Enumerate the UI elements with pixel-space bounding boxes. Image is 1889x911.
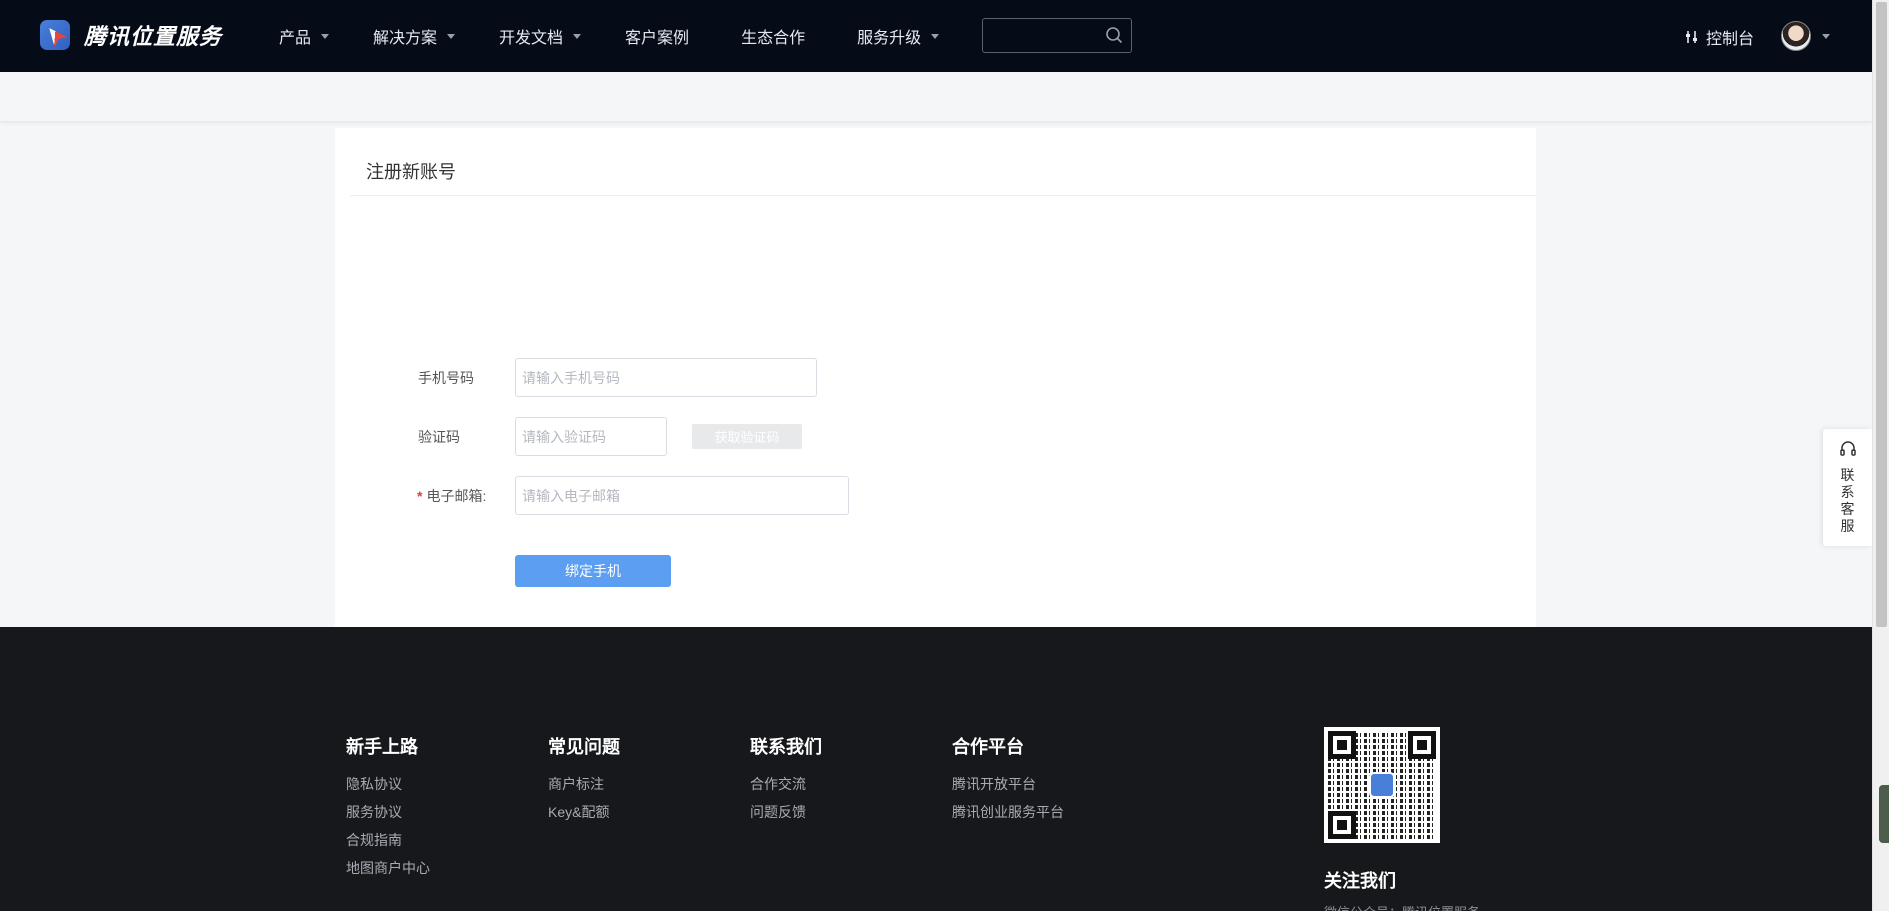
top-navbar: 腾讯位置服务 产品 解决方案 开发文档 客户案例 生态合作 服务升级 控制台	[0, 0, 1872, 72]
caret-down-icon	[931, 33, 940, 39]
phone-input[interactable]	[515, 358, 817, 397]
search-box	[982, 18, 1132, 53]
footer-link[interactable]: 服务协议	[346, 798, 430, 826]
main-nav: 产品 解决方案 开发文档 客户案例 生态合作 服务升级	[279, 0, 983, 72]
register-card: 注册新账号 手机号码 验证码 获取验证码 *电子邮箱: 绑定手机	[335, 128, 1536, 628]
footer-column-partners: 合作平台 腾讯开放平台 腾讯创业服务平台	[952, 733, 1064, 826]
email-input[interactable]	[515, 476, 849, 515]
nav-item-products[interactable]: 产品	[279, 24, 330, 48]
user-avatar[interactable]	[1781, 21, 1811, 51]
search-input[interactable]	[983, 19, 1093, 52]
compass-logo-icon	[40, 20, 70, 50]
brand-name: 腾讯位置服务	[84, 24, 223, 49]
nav-label: 产品	[279, 30, 312, 47]
headset-icon	[1839, 441, 1856, 456]
nav-label: 解决方案	[373, 30, 438, 47]
footer-link[interactable]: Key&配额	[548, 798, 620, 826]
footer-link[interactable]: 地图商户中心	[346, 854, 430, 882]
footer-column-faq: 常见问题 商户标注 Key&配额	[548, 733, 620, 826]
compass-logo-icon	[1369, 772, 1395, 798]
side-widget-handle[interactable]	[1879, 785, 1889, 843]
wechat-qr-code	[1324, 727, 1440, 843]
chevron-down-icon[interactable]	[1822, 34, 1830, 39]
footer: 新手上路 隐私协议 服务协议 合规指南 地图商户中心 常见问题 商户标注 Key…	[0, 627, 1872, 911]
scrollbar-thumb[interactable]	[1876, 2, 1887, 627]
nav-item-docs[interactable]: 开发文档	[499, 24, 582, 48]
page-title: 注册新账号	[366, 162, 456, 182]
footer-column-title: 联系我们	[750, 737, 822, 757]
phone-label: 手机号码	[418, 370, 474, 386]
qr-finder	[1328, 811, 1356, 839]
nav-label: 客户案例	[625, 30, 690, 47]
caret-down-icon	[447, 33, 456, 39]
email-label-row: * 电子邮箱:	[417, 486, 486, 506]
console-link[interactable]: 控制台	[1684, 25, 1754, 49]
caret-down-icon	[573, 33, 582, 39]
footer-column-getting-started: 新手上路 隐私协议 服务协议 合规指南 地图商户中心	[346, 733, 430, 882]
footer-link[interactable]: 隐私协议	[346, 770, 430, 798]
qr-pattern	[1328, 731, 1436, 839]
caret-down-icon	[321, 33, 330, 39]
footer-link[interactable]: 商户标注	[548, 770, 620, 798]
footer-link[interactable]: 合作交流	[750, 770, 822, 798]
nav-item-upgrade[interactable]: 服务升级	[857, 24, 940, 48]
nav-item-cases[interactable]: 客户案例	[625, 24, 689, 48]
wechat-account-text: 微信公众号：腾讯位置服务	[1324, 902, 1480, 911]
service-label: 联系客服	[1840, 467, 1855, 534]
nav-label: 开发文档	[499, 30, 564, 47]
sliders-icon	[1686, 31, 1697, 43]
brand-logo[interactable]: 腾讯位置服务	[40, 19, 222, 51]
nav-item-solutions[interactable]: 解决方案	[373, 24, 456, 48]
footer-link[interactable]: 合规指南	[346, 826, 430, 854]
page-scrollbar[interactable]	[1872, 0, 1889, 911]
footer-column-title: 合作平台	[952, 737, 1024, 757]
bind-phone-button[interactable]: 绑定手机	[515, 555, 671, 587]
search-icon[interactable]	[1105, 26, 1123, 44]
footer-column-contact: 联系我们 合作交流 问题反馈	[750, 733, 822, 826]
divider	[350, 195, 1536, 196]
subheader-band	[0, 72, 1872, 122]
code-input[interactable]	[515, 417, 667, 456]
footer-link[interactable]: 腾讯创业服务平台	[952, 798, 1064, 826]
code-label: 验证码	[418, 429, 460, 445]
nav-label: 服务升级	[857, 30, 922, 47]
footer-column-title: 新手上路	[346, 737, 418, 757]
footer-link[interactable]: 腾讯开放平台	[952, 770, 1064, 798]
email-label: 电子邮箱:	[426, 488, 487, 504]
nav-label: 生态合作	[741, 30, 806, 47]
get-code-button[interactable]: 获取验证码	[692, 424, 802, 449]
qr-finder	[1328, 731, 1356, 759]
footer-column-title: 常见问题	[548, 737, 620, 757]
required-mark: *	[417, 488, 423, 504]
customer-service-tab[interactable]: 联系客服	[1823, 429, 1872, 546]
console-label: 控制台	[1706, 31, 1755, 48]
qr-finder	[1408, 731, 1436, 759]
footer-link[interactable]: 问题反馈	[750, 798, 822, 826]
nav-item-ecosystem[interactable]: 生态合作	[741, 24, 805, 48]
follow-us-title: 关注我们	[1324, 871, 1396, 891]
